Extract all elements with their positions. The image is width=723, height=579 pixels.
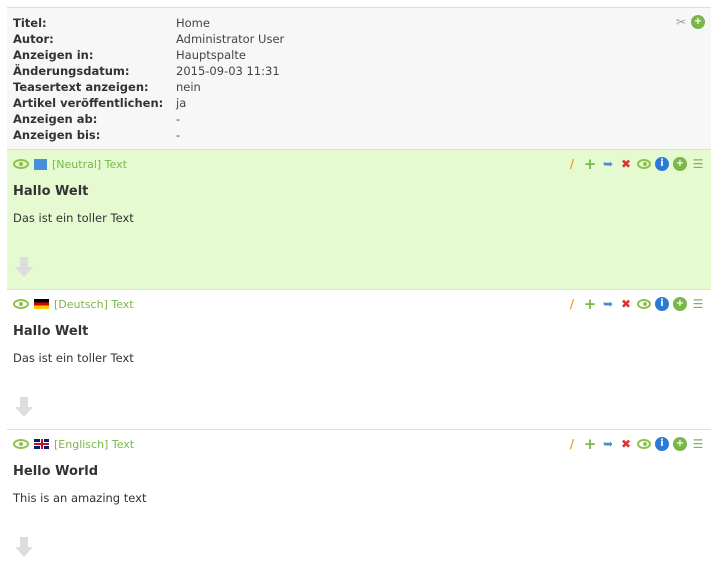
meta-value: - — [176, 128, 181, 142]
visibility-eye-icon[interactable] — [637, 297, 651, 311]
arrow-down-icon[interactable] — [15, 257, 33, 277]
meta-value: - — [176, 112, 181, 126]
block-text: Das ist ein toller Text — [13, 351, 134, 365]
delete-icon[interactable]: ✖ — [619, 297, 633, 311]
flag-gb-icon — [34, 439, 49, 449]
block-language-label[interactable]: [Deutsch] Text — [54, 298, 134, 311]
article-panel: Titel: Home Autor: Administrator User Anzeig… — [7, 7, 711, 569]
meta-value: ja — [176, 96, 187, 110]
add-icon[interactable]: + — [583, 437, 597, 452]
add-circle-icon[interactable]: + — [673, 157, 687, 171]
content-block: [Deutsch] Text / + ➥ ✖ i + ☰ Hallo Welt Das is… — [7, 289, 711, 429]
meta-value: 2015-09-03 11:31 — [176, 64, 280, 78]
add-icon[interactable]: + — [583, 297, 597, 312]
meta-value: Home — [176, 16, 210, 30]
block-text: Das ist ein toller Text — [13, 211, 134, 225]
meta-label: Änderungsdatum: — [13, 64, 130, 78]
meta-label: Teasertext anzeigen: — [13, 80, 149, 94]
menu-icon[interactable]: ☰ — [691, 437, 705, 451]
meta-value: Hauptspalte — [176, 48, 246, 62]
flag-neutral-icon — [34, 158, 47, 170]
info-icon[interactable]: i — [655, 437, 669, 451]
visibility-eye-icon[interactable] — [13, 159, 29, 169]
meta-row: Autor: Administrator User — [13, 31, 705, 47]
block-title: Hello World — [13, 464, 99, 479]
visibility-eye-icon[interactable] — [637, 157, 651, 171]
arrow-down-icon[interactable] — [15, 397, 33, 417]
edit-pencil-icon[interactable]: / — [565, 157, 579, 171]
info-icon[interactable]: i — [655, 297, 669, 311]
move-icon[interactable]: ➥ — [601, 437, 615, 451]
info-icon[interactable]: i — [655, 157, 669, 171]
meta-label: Autor: — [13, 32, 54, 46]
move-icon[interactable]: ➥ — [601, 297, 615, 311]
flag-de-icon — [34, 299, 49, 309]
visibility-eye-icon[interactable] — [13, 439, 29, 449]
menu-icon[interactable]: ☰ — [691, 157, 705, 171]
meta-row: Anzeigen ab: - — [13, 111, 705, 127]
meta-row: Anzeigen bis: - — [13, 127, 705, 143]
tools-icon[interactable]: ✂ — [674, 15, 688, 29]
block-title: Hallo Welt — [13, 324, 89, 339]
visibility-eye-icon[interactable] — [637, 437, 651, 451]
block-title: Hallo Welt — [13, 184, 89, 199]
edit-pencil-icon[interactable]: / — [565, 297, 579, 311]
block-language-label[interactable]: [Neutral] Text — [52, 158, 127, 171]
meta-row: Titel: Home — [13, 15, 705, 31]
meta-value: Administrator User — [176, 32, 285, 46]
arrow-down-icon[interactable] — [15, 537, 33, 557]
meta-row: Teasertext anzeigen: nein — [13, 79, 705, 95]
visibility-eye-icon[interactable] — [13, 299, 29, 309]
block-text: This is an amazing text — [13, 491, 147, 505]
add-circle-icon[interactable]: + — [691, 15, 705, 29]
edit-pencil-icon[interactable]: / — [565, 437, 579, 451]
meta-row: Anzeigen in: Hauptspalte — [13, 47, 705, 63]
meta-label: Artikel veröffentlichen: — [13, 96, 164, 110]
meta-value: nein — [176, 80, 201, 94]
add-icon[interactable]: + — [583, 157, 597, 172]
menu-icon[interactable]: ☰ — [691, 297, 705, 311]
meta-label: Anzeigen bis: — [13, 128, 101, 142]
move-icon[interactable]: ➥ — [601, 157, 615, 171]
delete-icon[interactable]: ✖ — [619, 437, 633, 451]
meta-label: Titel: — [13, 16, 47, 30]
add-circle-icon[interactable]: + — [673, 297, 687, 311]
meta-label: Anzeigen in: — [13, 48, 94, 62]
block-language-label[interactable]: [Englisch] Text — [54, 438, 134, 451]
add-circle-icon[interactable]: + — [673, 437, 687, 451]
content-block: [Neutral] Text / + ➥ ✖ i + ☰ Hallo Welt Das is… — [7, 149, 711, 289]
meta-label: Anzeigen ab: — [13, 112, 98, 126]
article-meta: Titel: Home Autor: Administrator User Anzeig… — [7, 8, 711, 149]
content-block: [Englisch] Text / + ➥ ✖ i + ☰ Hello World This… — [7, 429, 711, 569]
meta-row: Änderungsdatum: 2015-09-03 11:31 — [13, 63, 705, 79]
delete-icon[interactable]: ✖ — [619, 157, 633, 171]
meta-row: Artikel veröffentlichen: ja — [13, 95, 705, 111]
